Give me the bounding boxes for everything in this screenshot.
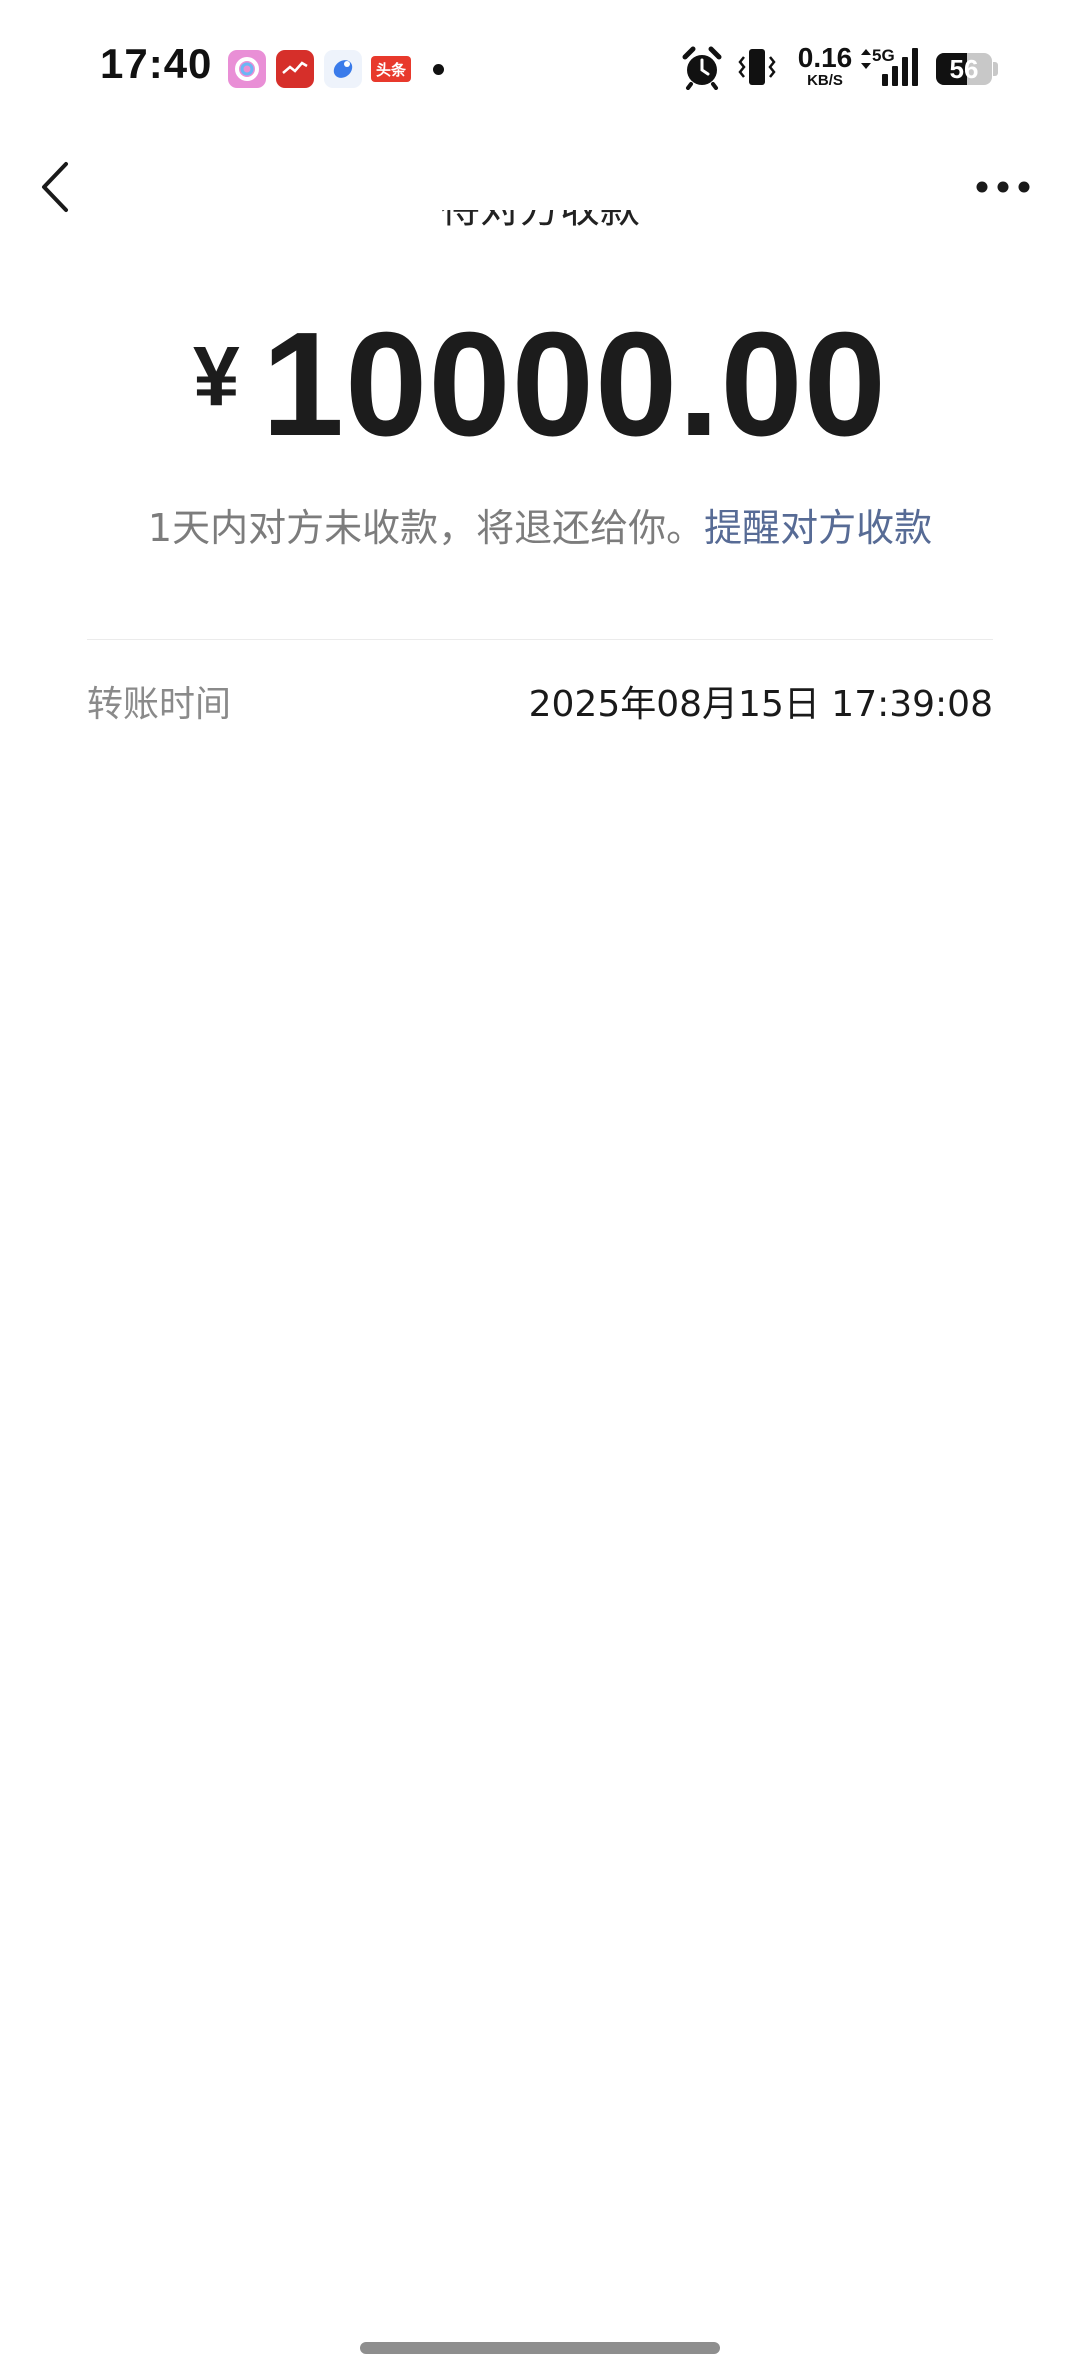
transfer-time-label: 转账时间 [87, 684, 232, 725]
blue-app-icon [324, 50, 362, 88]
transfer-amount: ¥10000.00 [0, 300, 1080, 470]
battery-tip [993, 62, 998, 76]
transfer-status-text: 待对方收款 [440, 210, 640, 234]
network-speed-value: 0.16 [797, 42, 853, 73]
transfer-status-title: 待对方收款 [0, 210, 1080, 260]
refund-notice: 1天内对方未收款，将退还给你。提醒对方收款 [0, 500, 1080, 556]
amount-value: 10000.00 [261, 302, 887, 467]
signal-bars-icon [874, 46, 922, 92]
network-speed: 0.16 KB/S [797, 42, 853, 89]
alarm-clock-icon [682, 46, 722, 94]
status-time: 17:40 [100, 40, 213, 87]
transfer-time-value: 2025年08月15日 17:39:08 [528, 684, 993, 725]
currency-symbol: ¥ [192, 329, 240, 423]
battery-icon: 56 [936, 53, 992, 85]
toutiao-app-icon: 头条 [371, 56, 411, 82]
refund-notice-text: 1天内对方未收款，将退还给你。 [147, 506, 705, 550]
battery-level: 56 [949, 54, 979, 84]
data-arrows-icon [860, 48, 872, 74]
vibrate-icon [736, 46, 778, 92]
network-speed-unit: KB/S [807, 72, 843, 89]
home-indicator[interactable] [360, 2342, 720, 2354]
red-app-icon [276, 50, 314, 88]
divider [87, 639, 993, 640]
status-bar: 17:40 头条 0.16 KB/S 5G 56 [0, 0, 1080, 135]
more-button[interactable] [968, 162, 1038, 212]
photos-app-icon [228, 50, 266, 88]
notification-more-dot [433, 64, 444, 75]
remind-recipient-link[interactable]: 提醒对方收款 [704, 506, 932, 550]
chevron-left-icon [42, 162, 68, 212]
more-dots-icon [976, 181, 1030, 193]
